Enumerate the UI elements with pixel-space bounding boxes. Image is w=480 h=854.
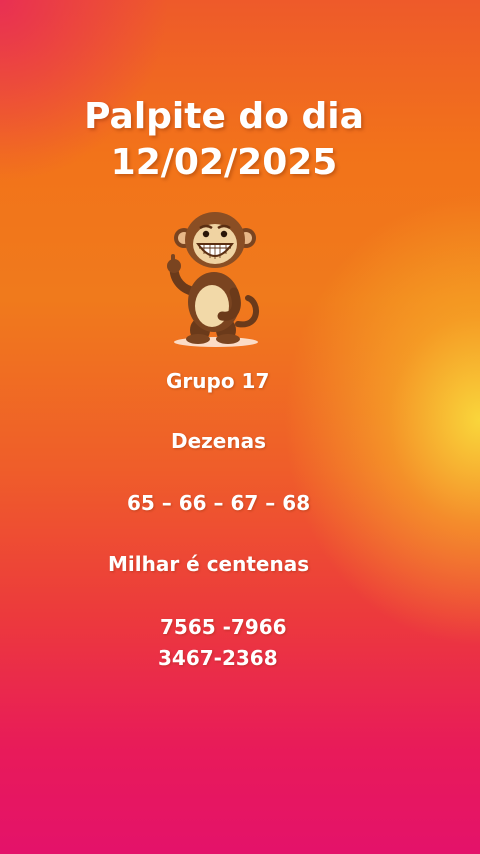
dezenas-heading: Dezenas: [171, 429, 267, 453]
dezenas-values: 65 – 66 – 67 – 68: [127, 491, 311, 515]
milhar-values-line-1: 7565 -7966: [160, 615, 287, 639]
title-date: 12/02/2025: [110, 142, 338, 183]
milhar-values-line-2: 3467-2368: [158, 646, 278, 670]
title-line-1: Palpite do dia: [84, 96, 364, 137]
milhar-heading: Milhar é centenas: [108, 552, 310, 576]
grupo-label: Grupo 17: [166, 369, 270, 393]
monkey-mascot-icon: [167, 212, 259, 347]
